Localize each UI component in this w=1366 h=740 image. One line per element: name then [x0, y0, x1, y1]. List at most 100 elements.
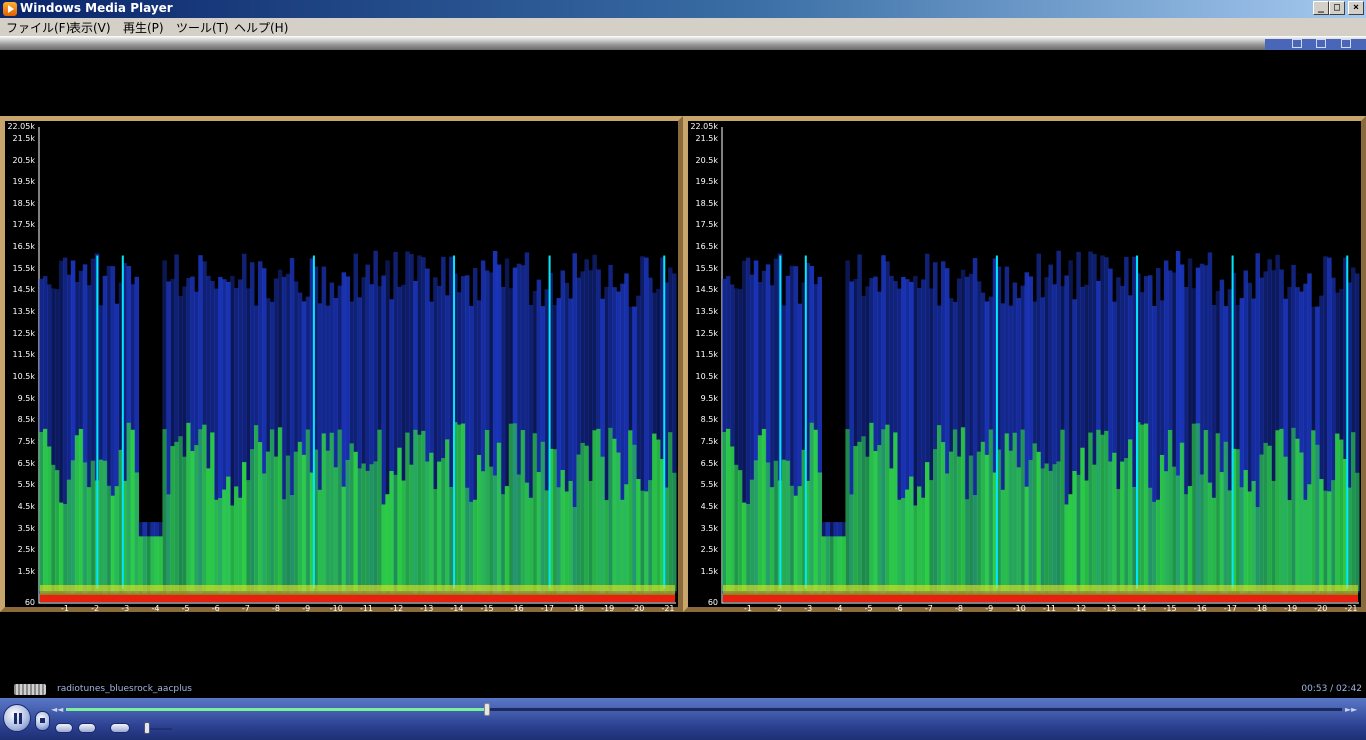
spectrum-band-mid [857, 441, 862, 592]
y-tick-label: 6.5k [700, 458, 718, 468]
spectrum-band-mid [976, 451, 982, 592]
stop-button[interactable] [35, 711, 50, 731]
x-tick-label: -6 [211, 604, 220, 613]
y-tick-label: 15.5k [12, 263, 35, 273]
spectrum-band-mid [1227, 490, 1233, 592]
status-grip-icon[interactable] [14, 684, 46, 695]
spectrum-band-mid [349, 443, 355, 592]
skin-mode-icon[interactable] [1341, 39, 1351, 48]
menu-tools[interactable]: ツール(T) [176, 19, 229, 36]
spectrum-band-mid [1116, 489, 1121, 592]
x-tick-label: -13 [420, 604, 434, 613]
x-tick-label: -21 [1344, 604, 1358, 613]
seek-thumb[interactable] [484, 703, 491, 716]
y-tick-label: 2.5k [700, 545, 718, 555]
x-tick-label: -11 [359, 604, 374, 613]
spectrum-band-mid [624, 484, 629, 592]
rewind-icon[interactable]: ◄◄ [51, 705, 63, 714]
spectrum-band-mid [154, 536, 159, 592]
pause-button[interactable] [3, 704, 31, 732]
y-tick-label: 20.5k [12, 155, 35, 165]
spectrum-band-mid [628, 430, 633, 592]
spectrum-band-mid [1355, 472, 1360, 592]
spectrum-band-mid [556, 487, 562, 592]
x-tick-label: -16 [1193, 604, 1207, 613]
spectrum-band-mid [1315, 444, 1320, 592]
menu-play[interactable]: 再生(P) [123, 19, 164, 36]
spectrum-band-mid [652, 433, 657, 592]
menu-file[interactable]: ファイル(F) [6, 19, 70, 36]
fast-forward-icon[interactable]: ►► [1345, 705, 1357, 714]
spectrum-transient [121, 255, 124, 589]
spectrum-band-mid [106, 485, 112, 592]
fullscreen-icon[interactable] [1316, 39, 1326, 48]
spectrum-band-mid [496, 442, 502, 592]
maximize-button[interactable]: □ [1329, 1, 1345, 15]
spectrum-band-mid [1132, 486, 1137, 592]
spectrum-transient [312, 255, 315, 589]
spectrum-band-mid [1151, 501, 1157, 592]
spectrum-band-mid [150, 536, 155, 592]
spectrum-band-mid [1243, 469, 1249, 592]
spectrum-band-mid [381, 504, 386, 592]
spectrum-transient [453, 255, 456, 589]
y-tick-label: 18.5k [12, 198, 35, 208]
spectrum-band-mid [877, 445, 882, 592]
minimize-button[interactable]: _ [1313, 1, 1329, 15]
spectrum-band-mid [238, 497, 243, 592]
y-tick-label: 8.5k [17, 415, 35, 425]
next-button[interactable] [78, 723, 96, 733]
spectrum-band-mid [1004, 433, 1010, 592]
spectrum-band-mid [552, 449, 558, 592]
spectrum-band-mid [749, 479, 755, 592]
spectrum-band-mid [929, 480, 934, 592]
compact-mode-icon[interactable] [1292, 39, 1302, 48]
spectrum-band-mid [253, 425, 259, 592]
x-tick-label: -17 [1223, 604, 1237, 613]
spectrum-band-mid [98, 459, 104, 592]
transport-bar [0, 698, 1366, 740]
previous-button[interactable] [55, 723, 73, 733]
volume-thumb[interactable] [143, 722, 150, 734]
spectrum-band-mid [1000, 489, 1006, 592]
spectrum-transient [1231, 255, 1234, 589]
x-tick-label: -14 [1133, 604, 1147, 613]
spectrum-band-mid [166, 494, 171, 592]
spectrum-band-mid [1279, 428, 1284, 592]
spectrum-band-mid [226, 476, 231, 592]
spectrum-band-mid [357, 468, 362, 592]
spectrum-band-mid [1291, 427, 1296, 592]
spectrum-band-mid [413, 429, 418, 592]
x-tick-label: -2 [91, 604, 100, 613]
spectrum-band-mid [600, 456, 605, 592]
x-tick-label: -21 [661, 604, 675, 613]
y-tick-label: 1.5k [17, 566, 35, 576]
y-tick-label: 21.5k [12, 133, 35, 143]
spectrum-band-mid [405, 432, 410, 592]
spectrum-band-mid [845, 429, 850, 592]
menu-view[interactable]: 表示(V) [69, 19, 111, 36]
spectrum-band-mid [1056, 461, 1061, 592]
mute-button[interactable] [110, 723, 130, 733]
y-tick-label: 14.5k [695, 285, 718, 295]
spectrum-band-mid [110, 495, 116, 592]
status-bar [0, 680, 1366, 698]
spectrum-band-mid [564, 491, 570, 592]
spectrum-band-mid [134, 472, 140, 592]
spectrum-band-mid [1048, 470, 1053, 592]
spectrum-band-mid [82, 462, 88, 592]
spectrum-band-mid [484, 429, 490, 592]
spectrum-band-mid [202, 424, 207, 592]
menu-help[interactable]: ヘルプ(H) [234, 19, 288, 36]
y-tick-label: 22.05k [7, 122, 35, 131]
spectrum-band-mid [813, 429, 819, 592]
x-tick-label: -12 [1073, 604, 1087, 613]
spectrum-band-mid [1084, 480, 1089, 592]
spectrum-band-mid [1012, 432, 1018, 592]
x-tick-label: -12 [390, 604, 404, 613]
spectrum-band-mid [793, 495, 799, 592]
spectrum-band-mid [881, 429, 886, 592]
close-button[interactable]: × [1348, 1, 1364, 15]
spectrum-band-mid [1076, 474, 1081, 592]
spectrum-band-mid [146, 536, 151, 592]
